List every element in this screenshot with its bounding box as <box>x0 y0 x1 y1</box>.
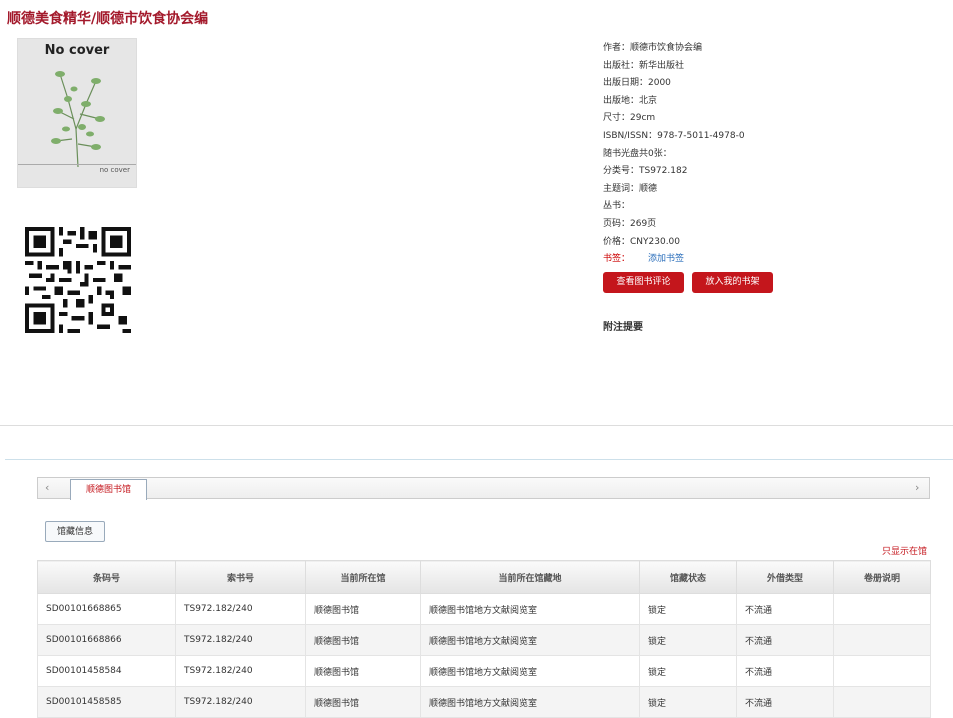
location-cell: 顺德图书馆地方文献阅览室 <box>420 686 640 718</box>
meta-publisher: 出版社：新华出版社 <box>603 60 685 71</box>
status-cell: 锁定 <box>639 593 737 625</box>
holdings-table: 条码号 索书号 当前所在馆 当前所在馆藏地 馆藏状态 外借类型 卷册说明 SD0… <box>37 560 931 718</box>
bookmark-label: 书签： <box>603 254 631 265</box>
library-cell: 顺德图书馆 <box>305 655 421 687</box>
call-number-cell: TS972.182/240 <box>175 655 306 687</box>
meta-series: 丛书： <box>603 201 631 212</box>
tab-holdings-info[interactable]: 馆藏信息 <box>45 521 105 542</box>
view-reviews-button[interactable]: 查看图书评论 <box>603 272 684 293</box>
column-header[interactable]: 卷册说明 <box>833 560 931 594</box>
status-cell: 锁定 <box>639 624 737 656</box>
cover-divider <box>18 164 136 165</box>
notes-heading: 附注提要 <box>603 322 643 333</box>
book-cover-image: No cover no cover <box>17 38 137 188</box>
volume-note-cell <box>833 686 931 718</box>
show-available-only-link[interactable]: 只显示在馆 <box>882 544 927 557</box>
column-header[interactable]: 当前所在馆 <box>305 560 421 594</box>
chevron-left-icon[interactable]: ‹ <box>45 481 49 494</box>
barcode-cell: SD00101458585 <box>37 686 176 718</box>
location-cell: 顺德图书馆地方文献阅览室 <box>420 593 640 625</box>
barcode-cell: SD00101668865 <box>37 593 176 625</box>
status-cell: 锁定 <box>639 655 737 687</box>
table-row: SD00101458584 TS972.182/240 顺德图书馆 顺德图书馆地… <box>37 655 931 687</box>
table-header-row: 条码号 索书号 当前所在馆 当前所在馆藏地 馆藏状态 外借类型 卷册说明 <box>37 560 931 594</box>
meta-subject: 主题词：顺德 <box>603 183 658 194</box>
column-header[interactable]: 索书号 <box>175 560 306 594</box>
status-cell: 锁定 <box>639 686 737 718</box>
meta-pub-date: 出版日期：2000 <box>603 78 671 89</box>
library-cell: 顺德图书馆 <box>305 686 421 718</box>
book-title: 顺德美食精华/顺德市饮食协会编 <box>7 11 209 27</box>
chevron-right-icon[interactable]: › <box>915 481 919 494</box>
library-tab-bar <box>37 477 930 499</box>
qr-code <box>25 227 131 333</box>
call-number-cell: TS972.182/240 <box>175 624 306 656</box>
column-header[interactable]: 条码号 <box>37 560 176 594</box>
section-divider <box>0 425 953 426</box>
meta-bookmark: 书签： 添加书签 <box>603 251 745 269</box>
call-number-cell: TS972.182/240 <box>175 593 306 625</box>
tab-library[interactable]: 顺德图书馆 <box>70 479 147 500</box>
book-metadata: 作者：顺德市饮食协会编 出版社：新华出版社 出版日期：2000 出版地：北京 尺… <box>603 40 745 269</box>
meta-isbn: ISBN/ISSN：978-7-5011-4978-0 <box>603 130 745 141</box>
table-row: SD00101458585 TS972.182/240 顺德图书馆 顺德图书馆地… <box>37 686 931 718</box>
meta-pub-place: 出版地：北京 <box>603 95 658 106</box>
loan-type-cell: 不流通 <box>736 593 834 625</box>
loan-type-cell: 不流通 <box>736 655 834 687</box>
meta-class-no: 分类号：TS972.182 <box>603 166 688 177</box>
meta-author: 作者：顺德市饮食协会编 <box>603 43 703 53</box>
column-header[interactable]: 馆藏状态 <box>639 560 737 594</box>
library-cell: 顺德图书馆 <box>305 593 421 625</box>
location-cell: 顺德图书馆地方文献阅览室 <box>420 655 640 687</box>
holdings-top-border <box>5 459 953 460</box>
plant-illustration <box>51 71 105 168</box>
volume-note-cell <box>833 655 931 687</box>
location-cell: 顺德图书馆地方文献阅览室 <box>420 624 640 656</box>
volume-note-cell <box>833 624 931 656</box>
meta-pages: 页码：269页 <box>603 218 657 229</box>
add-to-shelf-button[interactable]: 放入我的书架 <box>692 272 773 293</box>
library-cell: 顺德图书馆 <box>305 624 421 656</box>
loan-type-cell: 不流通 <box>736 624 834 656</box>
cover-small-label: no cover <box>99 166 130 174</box>
table-row: SD00101668866 TS972.182/240 顺德图书馆 顺德图书馆地… <box>37 624 931 656</box>
meta-cd: 随书光盘共0张： <box>603 148 672 159</box>
barcode-cell: SD00101668866 <box>37 624 176 656</box>
loan-type-cell: 不流通 <box>736 686 834 718</box>
add-bookmark-link[interactable]: 添加书签 <box>648 254 684 264</box>
call-number-cell: TS972.182/240 <box>175 686 306 718</box>
column-header[interactable]: 当前所在馆藏地 <box>420 560 640 594</box>
table-row: SD00101668865 TS972.182/240 顺德图书馆 顺德图书馆地… <box>37 593 931 625</box>
meta-size: 尺寸：29cm <box>603 113 656 124</box>
meta-price: 价格：CNY230.00 <box>603 236 681 247</box>
volume-note-cell <box>833 593 931 625</box>
barcode-cell: SD00101458584 <box>37 655 176 687</box>
column-header[interactable]: 外借类型 <box>736 560 834 594</box>
cover-label: No cover <box>44 43 110 58</box>
